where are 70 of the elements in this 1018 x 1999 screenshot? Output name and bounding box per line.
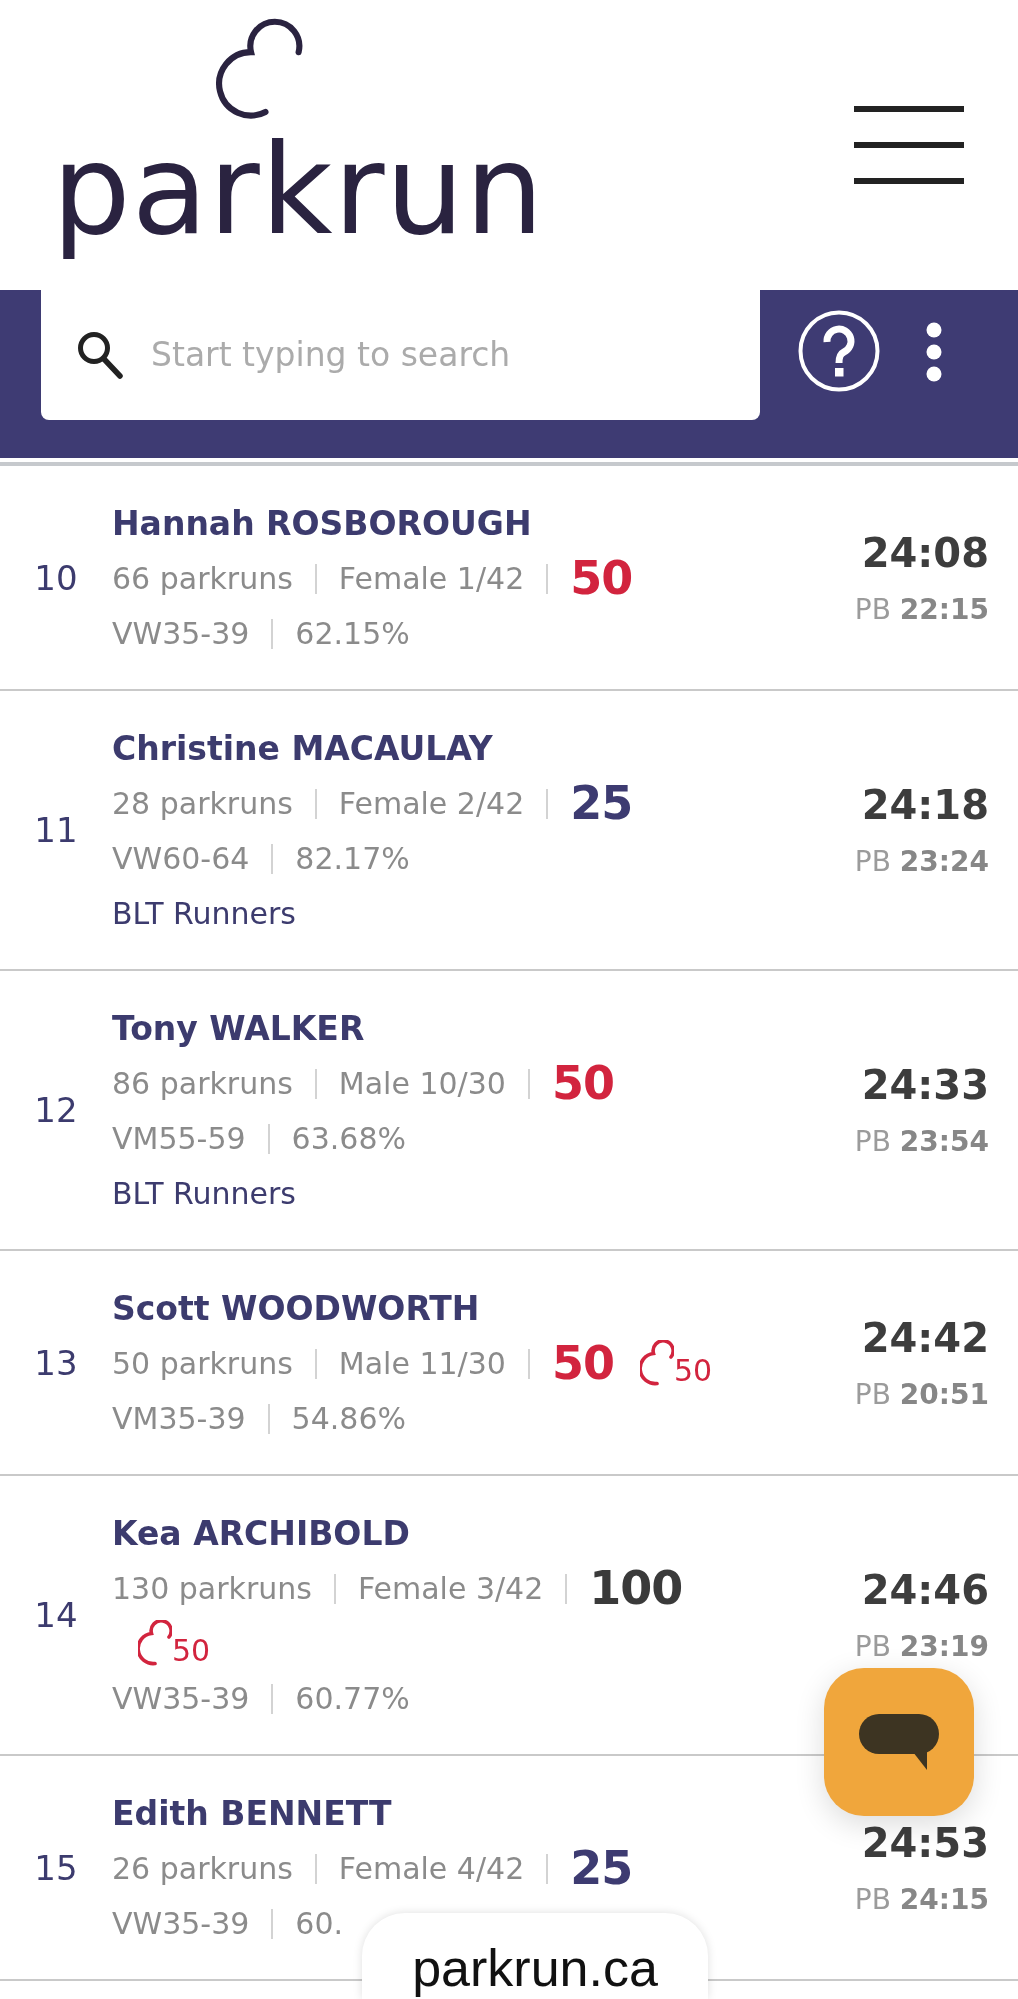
runner-name[interactable]: Edith BENNETT — [112, 1786, 392, 1841]
logo-wordmark[interactable]: parkrun — [52, 118, 545, 264]
personal-best: PB 23:54 — [854, 1125, 989, 1159]
gender-position: Female 4/42 — [338, 1850, 525, 1888]
age-grade: 60.77% — [295, 1680, 410, 1718]
gender-position: Female 3/42 — [357, 1570, 544, 1608]
gender-position: Female 1/42 — [338, 560, 525, 598]
finish-position: 11 — [34, 812, 78, 850]
gender-position: Male 11/30 — [338, 1345, 506, 1383]
age-grade: 54.86% — [291, 1400, 406, 1438]
run-count: 50 parkruns — [112, 1345, 293, 1383]
age-grade: 62.15% — [295, 615, 410, 653]
run-count: 130 parkruns — [112, 1570, 312, 1608]
search-box[interactable]: Start typing to search — [41, 290, 760, 420]
age-grade: 60. — [295, 1905, 344, 1943]
run-count: 86 parkruns — [112, 1065, 293, 1103]
finish-position: 15 — [34, 1849, 78, 1888]
run-count: 66 parkruns — [112, 560, 293, 598]
menu-icon[interactable] — [854, 106, 964, 184]
finish-time: 24:46 — [861, 1568, 989, 1612]
milestone-label: 50 — [551, 1058, 614, 1107]
age-category: VW35-39 — [112, 1680, 250, 1718]
runner-name[interactable]: Christine MACAULAY — [112, 721, 493, 776]
cloud-icon — [639, 1340, 674, 1386]
runner-name[interactable]: Scott WOODWORTH — [112, 1281, 480, 1336]
chat-button[interactable] — [824, 1668, 974, 1816]
club-link[interactable]: BLT Runners — [112, 1166, 296, 1221]
search-field[interactable]: Start typing to search — [151, 333, 736, 377]
cloud-icon — [138, 1620, 172, 1666]
finish-time: 24:33 — [861, 1063, 989, 1107]
milestone-label: 50 — [551, 1338, 614, 1387]
milestone-label: 100 — [589, 1563, 683, 1612]
help-icon[interactable] — [798, 310, 880, 392]
personal-best: PB 20:51 — [854, 1377, 989, 1412]
finish-position: 12 — [34, 1092, 78, 1130]
finish-position: 13 — [34, 1344, 78, 1383]
run-count: 28 parkruns — [112, 785, 293, 823]
runner-name[interactable]: Kea ARCHIBOLD — [112, 1506, 410, 1561]
personal-best: PB 22:15 — [854, 592, 989, 627]
runner-name[interactable]: Tony WALKER — [112, 1001, 365, 1056]
personal-best: PB 23:24 — [854, 845, 989, 879]
milestone-label: 25 — [570, 778, 633, 827]
finish-position: 10 — [34, 559, 78, 598]
milestone-label: 50 — [673, 1354, 713, 1387]
more-icon[interactable] — [926, 322, 942, 382]
personal-best: PB 24:15 — [854, 1882, 989, 1917]
age-grade: 82.17% — [295, 840, 410, 878]
runner-name[interactable]: Hannah ROSBOROUGH — [112, 496, 532, 551]
address-bar[interactable]: parkrun.ca — [362, 1913, 708, 1999]
finish-position: 14 — [34, 1597, 78, 1635]
age-category: VW35-39 — [112, 1905, 250, 1943]
finish-time: 24:08 — [861, 530, 989, 575]
age-category: VM55-59 — [112, 1120, 246, 1158]
age-category: VW60-64 — [112, 840, 250, 878]
age-grade: 63.68% — [291, 1120, 406, 1158]
age-category: VW35-39 — [112, 615, 250, 653]
milestone-label: 50 — [570, 553, 633, 602]
club-link[interactable]: BLT Runners — [112, 886, 296, 941]
run-count: 26 parkruns — [112, 1850, 293, 1888]
milestone-label: 50 — [172, 1634, 211, 1667]
age-category: VM35-39 — [112, 1400, 246, 1438]
gender-position: Male 10/30 — [338, 1065, 506, 1103]
search-icon — [77, 331, 123, 379]
finish-time: 24:53 — [861, 1820, 989, 1865]
milestone-label: 25 — [570, 1843, 633, 1892]
gender-position: Female 2/42 — [338, 785, 525, 823]
finish-time: 24:18 — [861, 783, 989, 827]
personal-best: PB 23:19 — [854, 1630, 989, 1664]
speech-bubble-icon — [857, 1712, 941, 1772]
finish-time: 24:42 — [861, 1315, 989, 1360]
